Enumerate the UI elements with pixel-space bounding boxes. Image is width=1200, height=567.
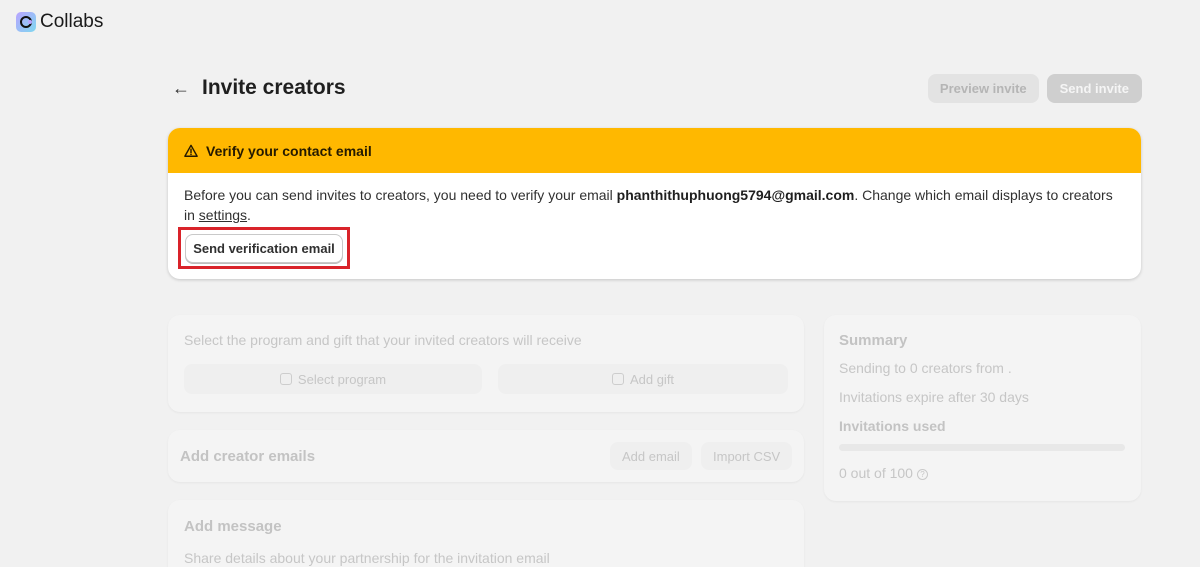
program-gift-card: Select the program and gift that your in… <box>168 315 804 412</box>
app-name: Collabs <box>40 11 104 32</box>
invitations-count: 0 out of 100 <box>839 465 913 481</box>
invitations-used-label: Invitations used <box>839 418 946 434</box>
contact-email: phanthithuphuong5794@gmail.com <box>616 187 855 203</box>
select-program-label: Select program <box>297 371 387 387</box>
highlight-box: Send verification email <box>178 227 350 269</box>
banner-title: Verify your contact email <box>206 142 372 159</box>
summary-sending: Sending to 0 creators from . <box>839 360 1012 376</box>
banner-text: Before you can send invites to creators,… <box>184 187 617 203</box>
add-gift-label: Add gift <box>629 371 675 387</box>
message-title: Add message <box>184 518 282 535</box>
summary-title: Summary <box>839 332 908 349</box>
banner-text-end: . <box>247 207 251 223</box>
settings-link[interactable]: settings <box>199 207 247 223</box>
verify-email-banner: Verify your contact email Before you can… <box>168 128 1141 279</box>
collabs-logo-icon <box>16 12 36 32</box>
invitations-count-row: 0 out of 100? <box>839 465 928 481</box>
select-program-button[interactable]: Select program <box>184 364 482 394</box>
program-icon <box>279 373 292 385</box>
arrow-left-icon[interactable]: ← <box>172 78 190 99</box>
gift-icon <box>611 373 624 385</box>
invitations-progress-bar <box>839 444 1125 451</box>
page-header: ← Invite creators <box>172 76 346 100</box>
program-intro: Select the program and gift that your in… <box>184 332 582 348</box>
banner-header: Verify your contact email <box>168 128 1141 173</box>
summary-card: Summary Sending to 0 creators from . Inv… <box>824 315 1141 501</box>
add-gift-button[interactable]: Add gift <box>498 364 788 394</box>
preview-invite-button[interactable]: Preview invite <box>927 74 1039 103</box>
send-verification-email-button[interactable]: Send verification email <box>185 234 343 263</box>
info-icon[interactable]: ? <box>916 468 928 480</box>
add-email-button[interactable]: Add email <box>610 442 692 470</box>
warning-icon <box>184 144 198 157</box>
message-description: Share details about your partnership for… <box>184 550 550 566</box>
app-header: Collabs <box>16 11 103 33</box>
summary-expire: Invitations expire after 30 days <box>839 389 1029 405</box>
page-title: Invite creators <box>202 76 346 99</box>
send-invite-button[interactable]: Send invite <box>1046 74 1142 103</box>
creator-emails-card: Add creator emails Add email Import CSV <box>168 430 804 482</box>
message-card: Add message Share details about your par… <box>168 500 804 567</box>
import-csv-button[interactable]: Import CSV <box>701 442 793 470</box>
header-actions: Preview invite Send invite <box>927 74 1142 103</box>
creator-emails-title: Add creator emails <box>180 448 316 465</box>
